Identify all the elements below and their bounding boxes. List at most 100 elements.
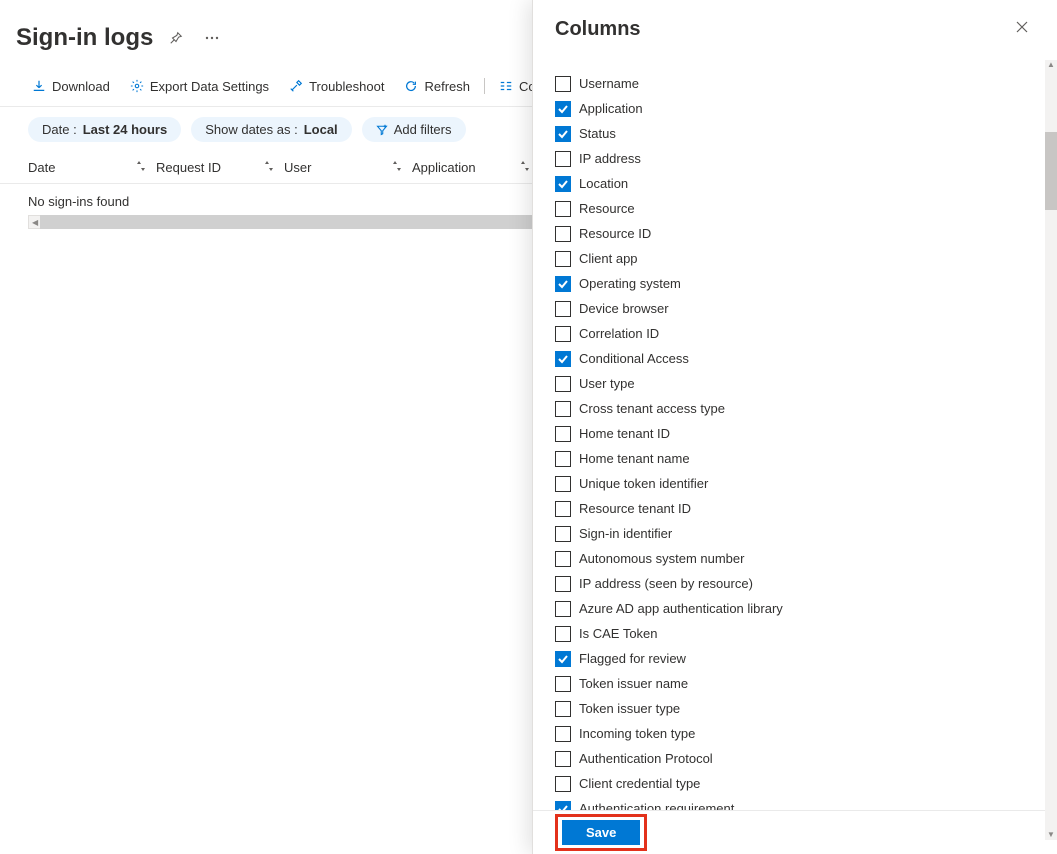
col-request-id-label: Request ID [156, 160, 221, 175]
columns-icon [499, 79, 513, 93]
column-checkbox-row[interactable]: Correlation ID [555, 321, 1057, 346]
scroll-thumb[interactable] [1045, 132, 1057, 210]
close-button[interactable] [1009, 14, 1035, 45]
col-user[interactable]: User [284, 152, 412, 183]
checkbox-label: IP address [579, 151, 641, 166]
pin-button[interactable] [163, 25, 189, 51]
column-checkbox-row[interactable]: Conditional Access [555, 346, 1057, 371]
column-checkbox-list: UsernameApplicationStatus IP address Locat… [555, 71, 1057, 810]
sort-icon [136, 160, 146, 175]
download-icon [32, 79, 46, 93]
gear-icon [130, 79, 144, 93]
column-checkbox-row[interactable]: Home tenant ID [555, 421, 1057, 446]
download-button[interactable]: Download [22, 73, 120, 100]
refresh-button[interactable]: Refresh [394, 73, 480, 100]
flyout-title: Columns [555, 18, 641, 41]
filter-date[interactable]: Date : Last 24 hours [28, 117, 181, 142]
column-checkbox-row[interactable]: Authentication Protocol [555, 746, 1057, 771]
column-checkbox-row[interactable]: Authentication requirement [555, 796, 1057, 810]
column-checkbox-row[interactable]: Token issuer name [555, 671, 1057, 696]
checkbox-label: Correlation ID [579, 326, 659, 341]
checkbox-label: Resource [579, 201, 635, 216]
pin-icon [169, 31, 183, 45]
column-checkbox-row[interactable]: Flagged for review [555, 646, 1057, 671]
checkbox-label: Home tenant ID [579, 426, 670, 441]
filter-icon [376, 124, 388, 136]
checkbox-label: Token issuer type [579, 701, 680, 716]
close-icon [1015, 20, 1029, 34]
checkbox-icon [555, 451, 571, 467]
checkbox-label: Operating system [579, 276, 681, 291]
column-checkbox-row[interactable]: Incoming token type [555, 721, 1057, 746]
column-checkbox-row[interactable]: IP address [555, 146, 1057, 171]
columns-flyout: Columns UsernameApplicationStatus IP addr… [532, 0, 1057, 854]
add-filters-label: Add filters [394, 122, 452, 137]
checkbox-icon [555, 101, 571, 117]
checkbox-label: Resource ID [579, 226, 651, 241]
col-request-id[interactable]: Request ID [156, 152, 284, 183]
checkbox-icon [555, 701, 571, 717]
column-checkbox-row[interactable]: Resource tenant ID [555, 496, 1057, 521]
checkbox-label: Incoming token type [579, 726, 695, 741]
troubleshoot-button[interactable]: Troubleshoot [279, 73, 394, 100]
flyout-footer: Save [533, 810, 1057, 854]
column-checkbox-row[interactable]: Autonomous system number [555, 546, 1057, 571]
refresh-label: Refresh [424, 79, 470, 94]
column-checkbox-row[interactable]: Resource ID [555, 221, 1057, 246]
add-filters-button[interactable]: Add filters [362, 117, 466, 142]
checkbox-icon [555, 526, 571, 542]
column-checkbox-row[interactable]: Device browser [555, 296, 1057, 321]
export-settings-label: Export Data Settings [150, 79, 269, 94]
column-checkbox-row[interactable]: Operating system [555, 271, 1057, 296]
sort-icon [392, 160, 402, 175]
checkbox-icon [555, 676, 571, 692]
filter-show-dates[interactable]: Show dates as : Local [191, 117, 351, 142]
checkbox-icon [555, 376, 571, 392]
col-date-label: Date [28, 160, 55, 175]
column-checkbox-row[interactable]: Azure AD app authentication library [555, 596, 1057, 621]
save-highlight: Save [555, 814, 647, 851]
checkbox-label: Location [579, 176, 628, 191]
column-checkbox-row[interactable]: Sign-in identifier [555, 521, 1057, 546]
checkbox-icon [555, 251, 571, 267]
column-checkbox-row[interactable]: Cross tenant access type [555, 396, 1057, 421]
column-checkbox-row[interactable]: Application [555, 96, 1057, 121]
flyout-scrollbar[interactable]: ▲ ▼ [1045, 60, 1057, 840]
col-user-label: User [284, 160, 311, 175]
column-checkbox-row[interactable]: Location [555, 171, 1057, 196]
checkbox-label: Client credential type [579, 776, 700, 791]
checkbox-label: Token issuer name [579, 676, 688, 691]
more-icon [205, 36, 219, 40]
checkbox-icon [555, 601, 571, 617]
checkbox-icon [555, 201, 571, 217]
export-settings-button[interactable]: Export Data Settings [120, 73, 279, 100]
col-application[interactable]: Application [412, 152, 540, 183]
column-checkbox-row[interactable]: Client credential type [555, 771, 1057, 796]
checkbox-label: Azure AD app authentication library [579, 601, 783, 616]
checkbox-icon [555, 151, 571, 167]
col-date[interactable]: Date [28, 152, 156, 183]
column-checkbox-row[interactable]: Is CAE Token [555, 621, 1057, 646]
column-checkbox-row[interactable]: Unique token identifier [555, 471, 1057, 496]
save-button[interactable]: Save [562, 820, 640, 845]
col-application-label: Application [412, 160, 476, 175]
column-checkbox-row[interactable]: IP address (seen by resource) [555, 571, 1057, 596]
column-checkbox-row[interactable]: Client app [555, 246, 1057, 271]
troubleshoot-label: Troubleshoot [309, 79, 384, 94]
checkbox-label: Is CAE Token [579, 626, 658, 641]
checkbox-icon [555, 626, 571, 642]
checkbox-label: Client app [579, 251, 638, 266]
column-checkbox-row[interactable]: Token issuer type [555, 696, 1057, 721]
filter-show-dates-value: Local [304, 122, 338, 137]
column-checkbox-row[interactable]: Status [555, 121, 1057, 146]
more-button[interactable] [199, 30, 225, 46]
column-checkbox-row[interactable]: Home tenant name [555, 446, 1057, 471]
filter-show-dates-label: Show dates as : [205, 122, 298, 137]
column-checkbox-row[interactable]: Resource [555, 196, 1057, 221]
column-checkbox-row[interactable]: Username [555, 71, 1057, 96]
checkbox-label: Conditional Access [579, 351, 689, 366]
column-checkbox-row[interactable]: User type [555, 371, 1057, 396]
checkbox-icon [555, 226, 571, 242]
flyout-body: UsernameApplicationStatus IP address Locat… [533, 53, 1057, 810]
download-label: Download [52, 79, 110, 94]
